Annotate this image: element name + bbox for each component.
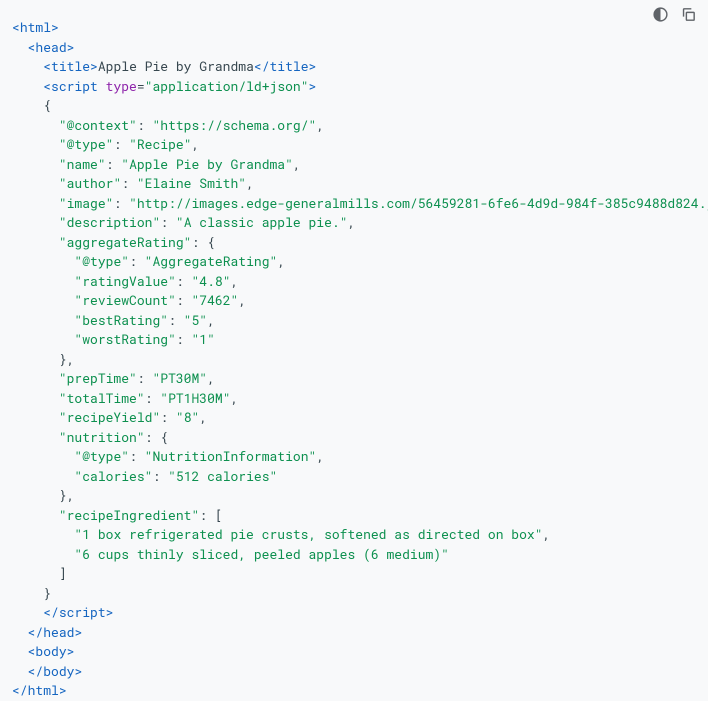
code-line: "author": "Elaine Smith", <box>12 174 696 194</box>
code-line: "6 cups thinly sliced, peeled apples (6 … <box>12 545 696 565</box>
code-line: "@context": "https://schema.org/", <box>12 116 696 136</box>
code-line: "ratingValue": "4.8", <box>12 272 696 292</box>
code-line: "nutrition": { <box>12 428 696 448</box>
code-line: </body> <box>12 662 696 682</box>
code-line: }, <box>12 486 696 506</box>
copy-icon <box>680 6 697 23</box>
code-line: "bestRating": "5", <box>12 311 696 331</box>
code-line: }, <box>12 350 696 370</box>
code-line: "worstRating": "1" <box>12 330 696 350</box>
theme-toggle-icon <box>652 6 669 23</box>
code-line: "image": "http://images.edge-generalmill… <box>12 194 696 214</box>
code-line: <script type="application/ld+json"> <box>12 77 696 97</box>
code-line: <title>Apple Pie by Grandma</title> <box>12 57 696 77</box>
code-line: "1 box refrigerated pie crusts, softened… <box>12 525 696 545</box>
code-line: } <box>12 584 696 604</box>
code-line: "aggregateRating": { <box>12 233 696 253</box>
code-line: "calories": "512 calories" <box>12 467 696 487</box>
code-line: "recipeIngredient": [ <box>12 506 696 526</box>
code-toolbar <box>650 4 698 24</box>
copy-button[interactable] <box>678 4 698 24</box>
theme-toggle-button[interactable] <box>650 4 670 24</box>
code-line: { <box>12 96 696 116</box>
code-line: <head> <box>12 38 696 58</box>
code-line: "reviewCount": "7462", <box>12 291 696 311</box>
code-line: <html> <box>12 18 696 38</box>
code-block: <html> <head> <title>Apple Pie by Grandm… <box>12 8 696 701</box>
code-line: "@type": "Recipe", <box>12 135 696 155</box>
code-line: </script> <box>12 603 696 623</box>
code-line: </head> <box>12 623 696 643</box>
code-line: "prepTime": "PT30M", <box>12 369 696 389</box>
code-line: "recipeYield": "8", <box>12 408 696 428</box>
code-line: "totalTime": "PT1H30M", <box>12 389 696 409</box>
code-line: </html> <box>12 681 696 701</box>
code-line: <body> <box>12 642 696 662</box>
code-line: "@type": "AggregateRating", <box>12 252 696 272</box>
code-line: "@type": "NutritionInformation", <box>12 447 696 467</box>
code-line: "name": "Apple Pie by Grandma", <box>12 155 696 175</box>
code-line: ] <box>12 564 696 584</box>
title-text: Apple Pie by Grandma <box>98 57 254 75</box>
code-line: "description": "A classic apple pie.", <box>12 213 696 233</box>
